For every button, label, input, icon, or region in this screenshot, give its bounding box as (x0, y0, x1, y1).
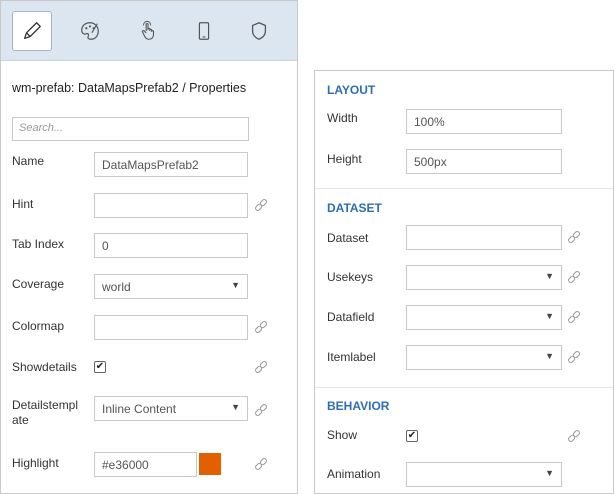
showdetails-checkbox[interactable]: ✔ (94, 361, 106, 373)
coverage-value: world (102, 280, 131, 294)
show-checkbox[interactable]: ✔ (406, 430, 418, 442)
detailstemplate-label: Detailstempl ate (12, 398, 78, 428)
dropdown-arrow-icon: ▼ (231, 402, 240, 412)
pencil-icon (24, 22, 41, 39)
showdetails-label: Showdetails (12, 360, 77, 374)
dataset-label: Dataset (327, 231, 369, 245)
datafield-select[interactable]: ▼ (406, 305, 562, 330)
palette-icon (81, 22, 99, 40)
section-divider (315, 188, 613, 189)
dataset-input[interactable] (406, 225, 562, 250)
dropdown-arrow-icon: ▼ (545, 311, 554, 321)
shield-icon (251, 22, 267, 40)
bind-link-icon[interactable] (252, 455, 270, 473)
properties-tab[interactable] (12, 11, 52, 51)
tabindex-input[interactable]: 0 (94, 233, 248, 258)
tabindex-label: Tab Index (12, 237, 65, 251)
coverage-label: Coverage (12, 277, 65, 291)
touch-icon (141, 20, 155, 40)
dropdown-arrow-icon: ▼ (545, 468, 554, 478)
itemlabel-select[interactable]: ▼ (406, 345, 562, 370)
detailstemplate-select[interactable]: Inline Content ▼ (94, 396, 248, 421)
bind-link-icon[interactable] (565, 348, 583, 366)
colormap-label: Colormap (12, 319, 65, 333)
bind-link-icon[interactable] (252, 196, 270, 214)
dropdown-arrow-icon: ▼ (545, 351, 554, 361)
layout-section-title: LAYOUT (327, 83, 376, 97)
mobile-icon (198, 22, 210, 40)
usekeys-label: Usekeys (327, 270, 374, 284)
usekeys-select[interactable]: ▼ (406, 265, 562, 290)
bind-link-icon[interactable] (565, 228, 583, 246)
height-label: Height (327, 152, 362, 166)
coverage-select[interactable]: world ▼ (94, 274, 248, 299)
security-tab[interactable] (239, 11, 279, 51)
bind-link-icon[interactable] (565, 427, 583, 445)
animation-label: Animation (327, 467, 381, 481)
properties-panel: wm-prefab: DataMapsPrefab2 / Properties … (0, 0, 298, 494)
panel-title: wm-prefab: DataMapsPrefab2 / Properties (12, 81, 247, 95)
dataset-section-title: DATASET (327, 201, 382, 215)
highlight-color-input[interactable]: #e36000 (94, 452, 197, 477)
show-label: Show (327, 428, 358, 442)
behavior-section-title: BEHAVIOR (327, 399, 390, 413)
name-input[interactable]: DataMapsPrefab2 (94, 152, 248, 177)
colormap-input[interactable] (94, 315, 248, 340)
events-tab[interactable] (128, 11, 168, 51)
mobile-tab[interactable] (184, 11, 224, 51)
animation-select[interactable]: ▼ (406, 462, 562, 487)
bind-link-icon[interactable] (565, 308, 583, 326)
detailstemplate-label-line2: ate (12, 413, 29, 427)
width-label: Width (327, 111, 358, 125)
height-input[interactable]: 500px (406, 149, 562, 174)
properties-toolbar (1, 1, 297, 61)
itemlabel-label: Itemlabel (327, 350, 376, 364)
color-swatch[interactable] (199, 453, 221, 475)
hint-label: Hint (12, 197, 34, 211)
bind-link-icon[interactable] (252, 401, 270, 419)
dropdown-arrow-icon: ▼ (231, 280, 240, 290)
datafield-label: Datafield (327, 310, 375, 324)
detailstemplate-label-line1: Detailstempl (12, 398, 79, 412)
detailstemplate-value: Inline Content (102, 402, 177, 416)
styles-tab[interactable] (70, 11, 110, 51)
dropdown-arrow-icon: ▼ (545, 271, 554, 281)
width-input[interactable]: 100% (406, 109, 562, 134)
property-groups-panel: LAYOUT Width 100% Height 500px DATASET D… (314, 70, 614, 494)
highlight-label: Highlight (12, 456, 59, 470)
search-input[interactable]: Search... (12, 117, 249, 141)
name-label: Name (12, 154, 45, 168)
bind-link-icon[interactable] (565, 268, 583, 286)
bind-link-icon[interactable] (252, 318, 270, 336)
bind-link-icon[interactable] (252, 358, 270, 376)
section-divider (315, 387, 613, 388)
hint-input[interactable] (94, 193, 248, 218)
